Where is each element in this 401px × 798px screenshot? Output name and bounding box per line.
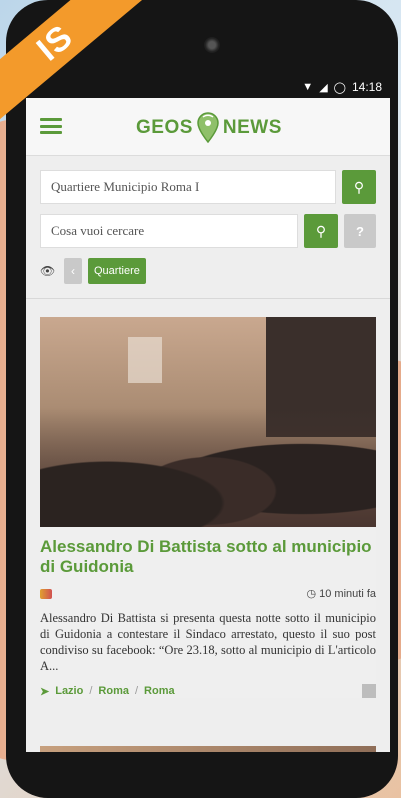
article-excerpt: Alessandro Di Battista si presenta quest… bbox=[40, 611, 376, 673]
search-input[interactable]: Cosa vuoi cercare bbox=[40, 214, 298, 248]
logo-right-text: NEWS bbox=[222, 117, 282, 138]
article-time: ◷ 10 minuti fa bbox=[306, 587, 376, 600]
app-screen: GEOS NEWS Quartiere Municipio Roma I ⚲ C… bbox=[26, 98, 390, 752]
source-avatar bbox=[40, 588, 52, 599]
logo-left-text: GEOS bbox=[136, 117, 193, 138]
news-card[interactable]: Alessandro Di Battista sotto al municipi… bbox=[40, 317, 376, 698]
status-time: 14:18 bbox=[351, 80, 382, 94]
clock-icon: ◷ bbox=[306, 588, 317, 600]
article-meta: ◷ 10 minuti fa bbox=[40, 587, 376, 600]
map-marker-icon: ⚲ bbox=[353, 178, 365, 195]
location-pin-icon bbox=[197, 112, 219, 144]
navigation-arrow-icon: ➤ bbox=[40, 685, 50, 698]
location-button[interactable]: ⚲ bbox=[342, 170, 376, 204]
share-icon[interactable] bbox=[362, 684, 376, 698]
wifi-icon: ▼ bbox=[302, 81, 314, 93]
article-photo[interactable] bbox=[40, 317, 376, 527]
breadcrumb-item[interactable]: Lazio bbox=[55, 685, 83, 697]
chevron-left-icon: ‹ bbox=[71, 264, 75, 278]
search-button[interactable]: ⚲ bbox=[304, 214, 338, 248]
breadcrumb-separator: / bbox=[89, 685, 93, 697]
help-button[interactable]: ? bbox=[344, 214, 376, 248]
app-logo: GEOS NEWS bbox=[136, 112, 282, 144]
sync-icon: ◯ bbox=[333, 81, 346, 94]
breadcrumb-separator: / bbox=[134, 685, 139, 697]
signal-icon: ◢ bbox=[319, 81, 328, 94]
breadcrumb-item[interactable]: Roma bbox=[144, 685, 175, 697]
menu-icon[interactable] bbox=[40, 118, 62, 134]
tag-quartiere[interactable]: Quartiere bbox=[88, 258, 146, 284]
article-time-text: 10 minuti fa bbox=[319, 588, 376, 600]
chevron-left-button[interactable]: ‹ bbox=[64, 258, 82, 284]
search-icon: ⚲ bbox=[315, 222, 327, 239]
next-card-preview[interactable] bbox=[40, 746, 376, 752]
location-row: Quartiere Municipio Roma I ⚲ bbox=[40, 170, 376, 204]
status-bar: ▼ ◢ ◯ 14:18 bbox=[26, 76, 390, 98]
search-area: Quartiere Municipio Roma I ⚲ Cosa vuoi c… bbox=[26, 156, 390, 298]
app-bar: GEOS NEWS bbox=[26, 98, 390, 156]
breadcrumb: ➤ Lazio / Roma / Roma bbox=[40, 684, 376, 698]
phone-frame: ▼ ◢ ◯ 14:18 GEOS NEWS Quartiere Municipi… bbox=[6, 0, 398, 798]
article-title[interactable]: Alessandro Di Battista sotto al municipi… bbox=[40, 537, 376, 577]
breadcrumb-item[interactable]: Roma bbox=[98, 685, 129, 697]
location-field[interactable]: Quartiere Municipio Roma I bbox=[40, 170, 336, 204]
eye-icon[interactable]: 👁 bbox=[40, 264, 58, 278]
divider bbox=[26, 298, 390, 299]
filter-row: 👁 ‹ Quartiere bbox=[40, 258, 376, 298]
query-row: Cosa vuoi cercare ⚲ ? bbox=[40, 214, 376, 248]
front-camera bbox=[204, 37, 220, 53]
